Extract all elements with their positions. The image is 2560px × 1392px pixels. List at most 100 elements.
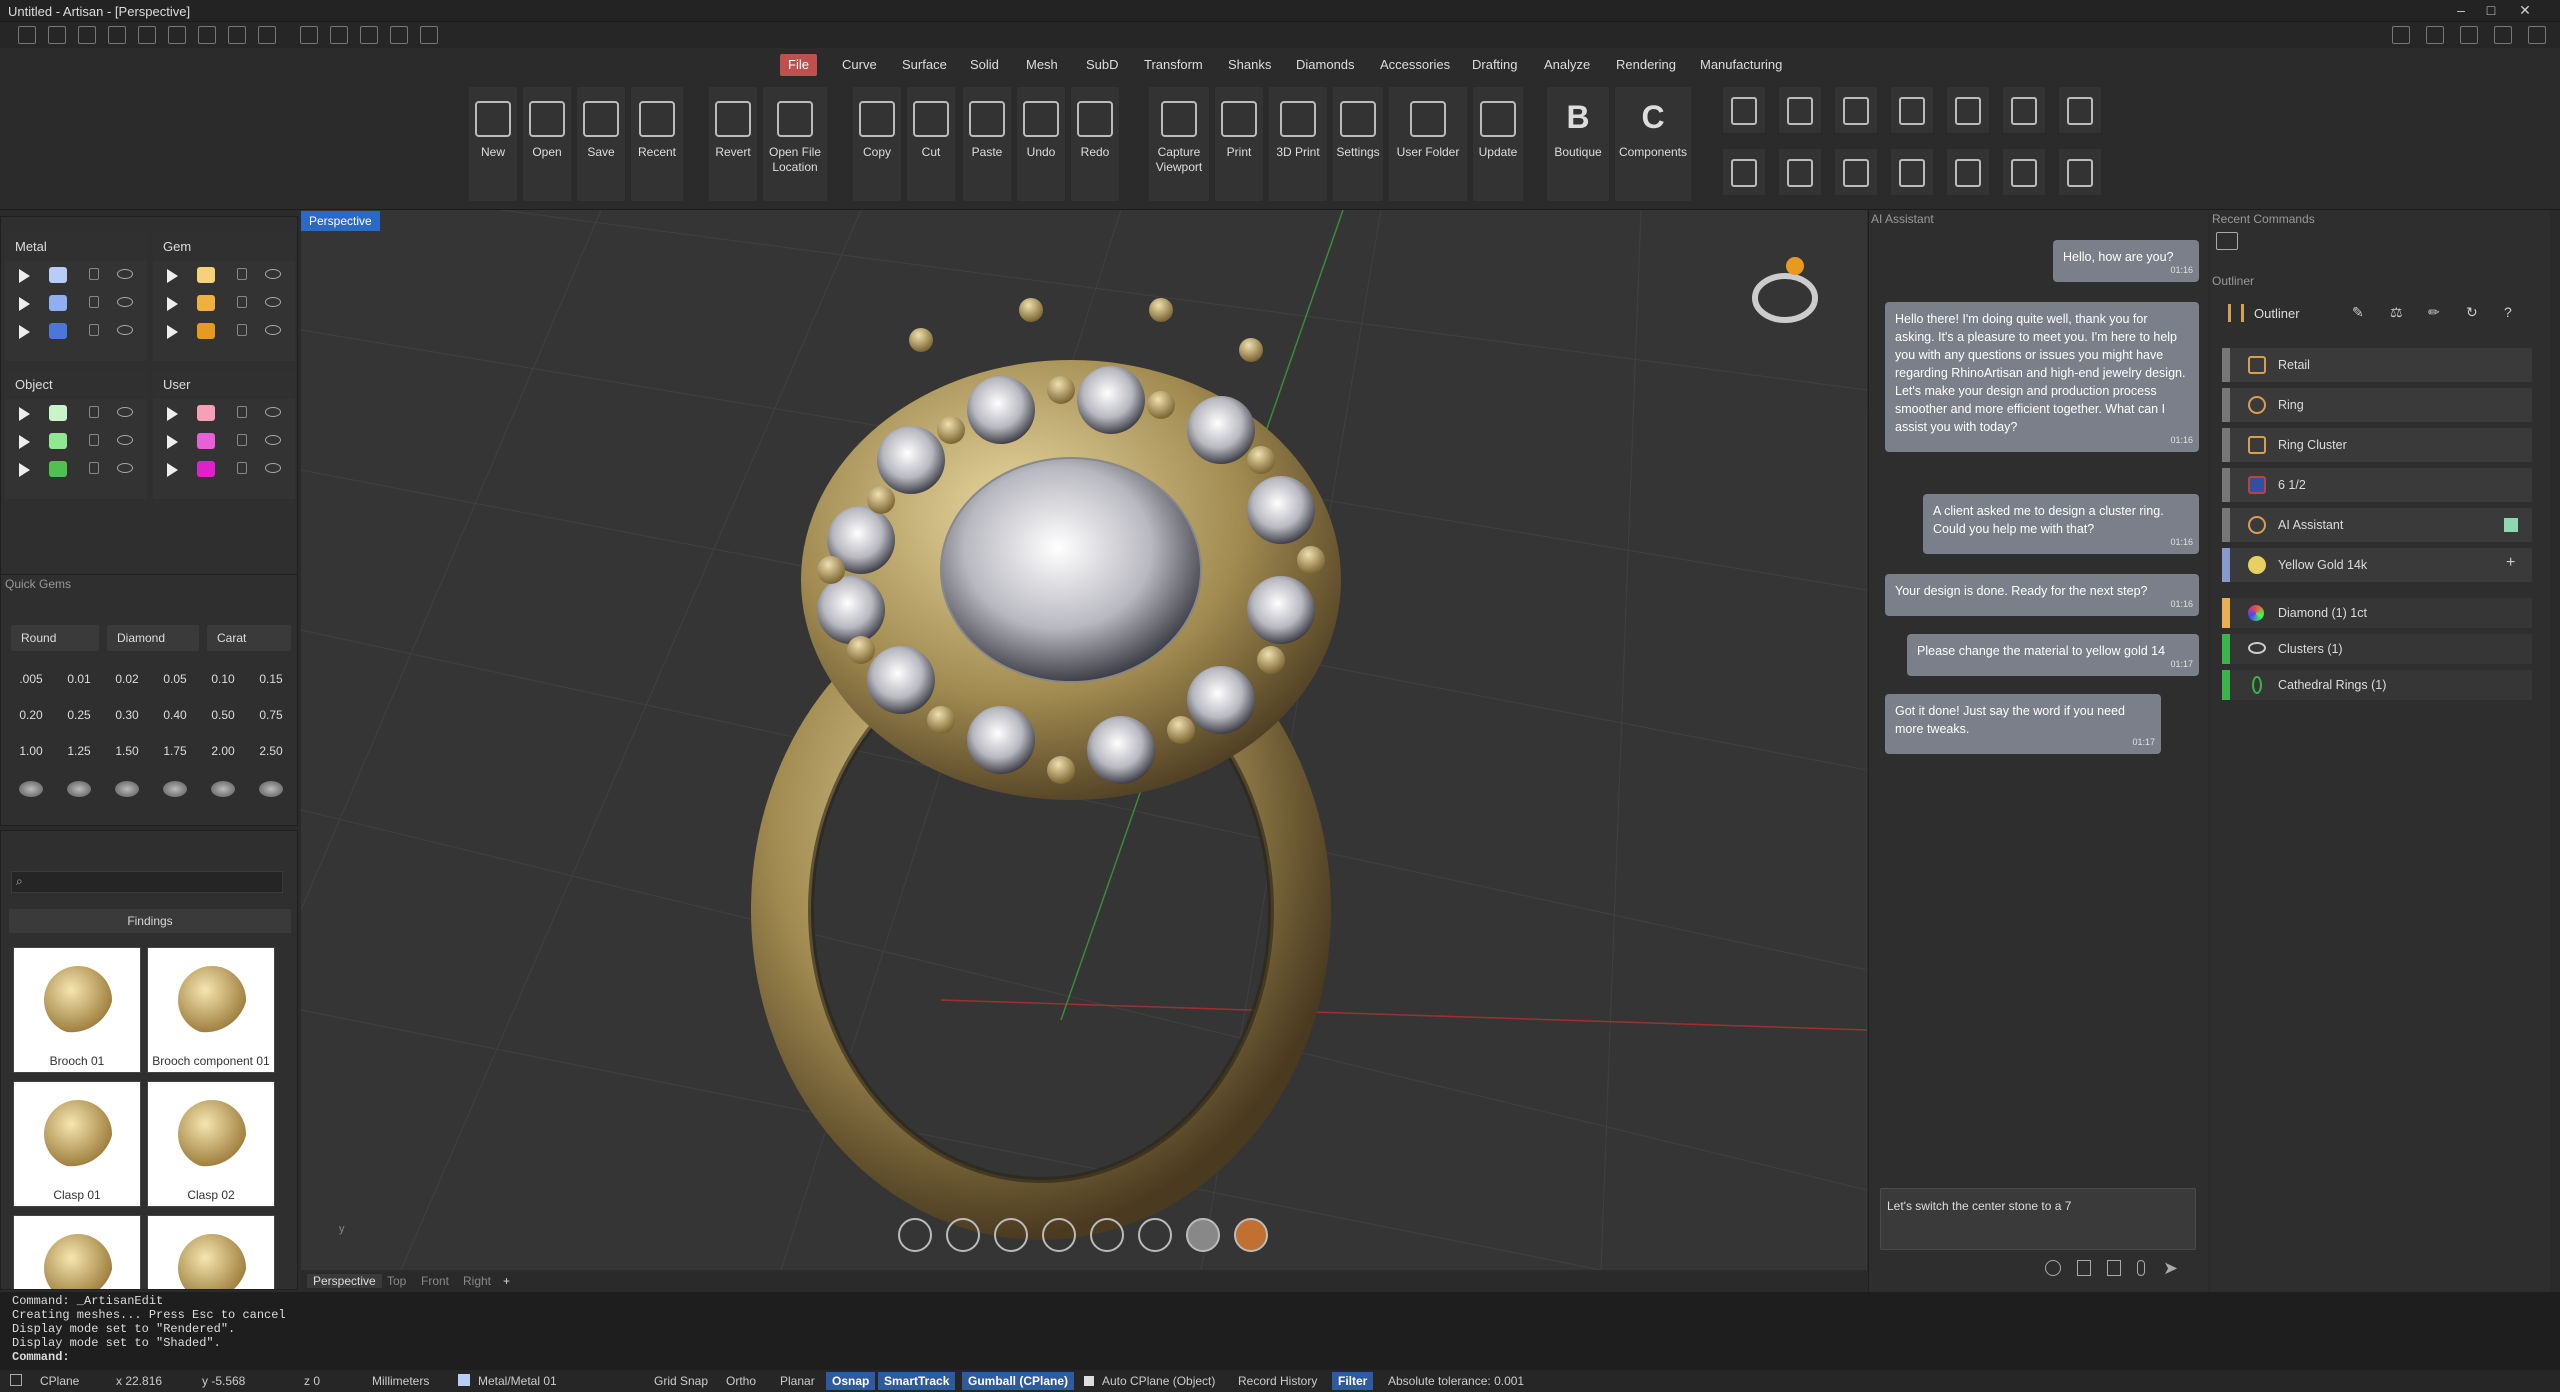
rendered-icon[interactable] xyxy=(1186,1218,1220,1252)
lock-icon[interactable] xyxy=(237,324,247,336)
eye-icon[interactable] xyxy=(117,297,133,307)
command-prompt[interactable]: Command: xyxy=(12,1350,2548,1364)
zoom-1-to-1-icon[interactable] xyxy=(1042,1218,1076,1252)
color-swatch[interactable] xyxy=(197,295,215,311)
osnap-toggle[interactable]: Osnap xyxy=(826,1372,876,1390)
tab-analyze[interactable]: Analyze xyxy=(1536,54,1598,76)
wireframe-icon[interactable] xyxy=(1090,1218,1124,1252)
current-layer[interactable]: Metal/Metal 01 xyxy=(478,1374,557,1388)
qat-view-icon[interactable] xyxy=(2392,26,2410,44)
tab-mesh[interactable]: Mesh xyxy=(1018,54,1066,76)
layer-row[interactable] xyxy=(153,317,295,345)
carat-value[interactable]: 0.10 xyxy=(203,665,243,693)
gem-shape-icon[interactable] xyxy=(67,781,91,797)
color-swatch[interactable] xyxy=(49,267,67,283)
color-swatch[interactable] xyxy=(197,433,215,449)
attach-icon[interactable] xyxy=(2137,1260,2145,1276)
gem-shape-icon[interactable] xyxy=(115,781,139,797)
carat-value[interactable]: 0.15 xyxy=(251,665,291,693)
new-button[interactable]: New xyxy=(468,86,518,202)
rotate-view-icon[interactable] xyxy=(898,1218,932,1252)
eye-icon[interactable] xyxy=(265,435,281,445)
artistic-icon[interactable] xyxy=(1234,1218,1268,1252)
eye-icon[interactable] xyxy=(117,435,133,445)
carat-value[interactable]: 1.00 xyxy=(11,737,51,765)
carat-value[interactable]: 0.25 xyxy=(59,701,99,729)
color-swatch[interactable] xyxy=(197,405,215,421)
lock-icon[interactable] xyxy=(237,434,247,446)
lock-icon[interactable] xyxy=(89,434,99,446)
layer-row[interactable] xyxy=(5,455,147,483)
color-swatch[interactable] xyxy=(49,433,67,449)
revert-button[interactable]: Revert xyxy=(708,86,758,202)
tool-button-13[interactable] xyxy=(2002,148,2046,196)
qat-settings-icon[interactable] xyxy=(2494,26,2512,44)
library-item[interactable] xyxy=(13,1215,141,1289)
tab-rendering[interactable]: Rendering xyxy=(1608,54,1684,76)
qat-folder-icon[interactable] xyxy=(108,26,126,44)
brush-icon[interactable]: ✎ xyxy=(2352,304,2364,321)
eye-icon[interactable] xyxy=(265,297,281,307)
play-icon[interactable] xyxy=(19,407,30,421)
qat-undo-icon[interactable] xyxy=(138,26,156,44)
carat-value[interactable]: 2.50 xyxy=(251,737,291,765)
play-icon[interactable] xyxy=(167,463,178,477)
library-item[interactable] xyxy=(147,1215,275,1289)
play-icon[interactable] xyxy=(19,325,30,339)
copy-button[interactable]: Copy xyxy=(852,86,902,202)
tool-button-7[interactable] xyxy=(2058,86,2102,134)
3d-print-button[interactable]: 3D Print xyxy=(1268,86,1328,202)
qat-save-as-icon[interactable] xyxy=(198,26,216,44)
qat-new-icon[interactable] xyxy=(18,26,36,44)
tool-button-5[interactable] xyxy=(1946,86,1990,134)
units-label[interactable]: Millimeters xyxy=(372,1374,429,1388)
tab-shanks[interactable]: Shanks xyxy=(1220,54,1279,76)
print-button[interactable]: Print xyxy=(1214,86,1264,202)
gem-shape-icon[interactable] xyxy=(259,781,283,797)
scale-icon[interactable]: ⚖ xyxy=(2390,304,2403,321)
layer-row[interactable] xyxy=(5,427,147,455)
layer-row[interactable] xyxy=(5,317,147,345)
eye-icon[interactable] xyxy=(265,407,281,417)
carat-value[interactable]: 0.75 xyxy=(251,701,291,729)
eye-icon[interactable] xyxy=(117,463,133,473)
lock-icon[interactable] xyxy=(89,268,99,280)
delete-icon[interactable] xyxy=(2077,1260,2091,1276)
tool-button-11[interactable] xyxy=(1890,148,1934,196)
qat-settings-icon[interactable] xyxy=(420,26,438,44)
qat-help-icon[interactable] xyxy=(2528,26,2546,44)
cplane-label[interactable]: CPlane xyxy=(40,1374,79,1388)
cut-button[interactable]: Cut xyxy=(906,86,956,202)
lock-icon[interactable] xyxy=(89,462,99,474)
tool-button-10[interactable] xyxy=(1834,148,1878,196)
color-swatch[interactable] xyxy=(49,405,67,421)
planar-toggle[interactable]: Planar xyxy=(780,1374,815,1388)
play-icon[interactable] xyxy=(167,407,178,421)
library-search-input[interactable]: ⌕ xyxy=(11,871,283,893)
zoom-extents-icon[interactable] xyxy=(994,1218,1028,1252)
layer-row[interactable] xyxy=(153,455,295,483)
qat-info-icon[interactable] xyxy=(2426,26,2444,44)
add-icon[interactable]: + xyxy=(2506,554,2515,572)
tab-subd[interactable]: SubD xyxy=(1078,54,1127,76)
qat-redo-icon[interactable] xyxy=(168,26,186,44)
play-icon[interactable] xyxy=(167,269,178,283)
color-swatch[interactable] xyxy=(49,323,67,339)
view-cube-ring[interactable] xyxy=(1752,257,1818,323)
boutique-button[interactable]: B Boutique xyxy=(1546,86,1610,202)
color-swatch[interactable] xyxy=(197,323,215,339)
color-swatch[interactable] xyxy=(49,295,67,311)
viewport-title-tab[interactable]: Perspective xyxy=(301,211,380,231)
copy-icon[interactable] xyxy=(2107,1260,2121,1276)
lock-icon[interactable] xyxy=(89,406,99,418)
tab-top[interactable]: Top xyxy=(381,1274,412,1288)
ortho-toggle[interactable]: Ortho xyxy=(726,1374,756,1388)
eye-icon[interactable] xyxy=(265,325,281,335)
zoom-icon[interactable] xyxy=(946,1218,980,1252)
library-item[interactable]: Brooch component 01 xyxy=(147,947,275,1073)
user-folder-button[interactable]: User Folder xyxy=(1388,86,1468,202)
help-icon[interactable]: ? xyxy=(2504,304,2512,320)
asset-row-clusters[interactable]: Clusters (1) xyxy=(2222,634,2532,664)
layer-row[interactable] xyxy=(153,261,295,289)
library-item[interactable]: Brooch 01 xyxy=(13,947,141,1073)
